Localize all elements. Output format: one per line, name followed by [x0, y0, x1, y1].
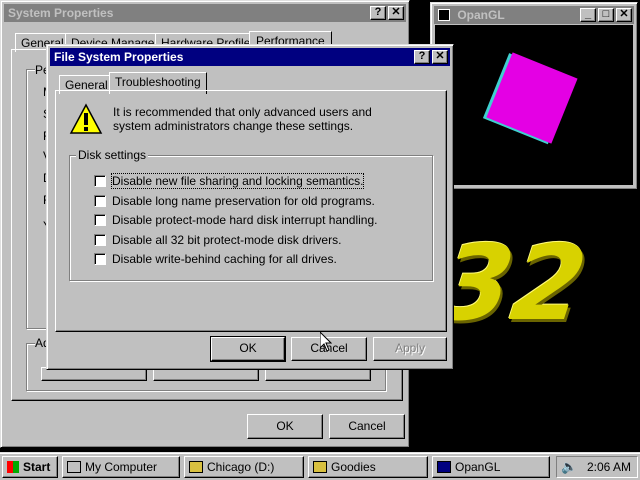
- close-button[interactable]: ✕: [388, 6, 404, 20]
- window-title: File System Properties: [54, 50, 184, 64]
- clock[interactable]: 2:06 AM: [587, 460, 631, 474]
- checkbox-disk-interrupt[interactable]: Disable protect-mode hard disk interrupt…: [94, 213, 377, 227]
- folder-icon: [189, 461, 203, 473]
- opengl-window: OpanGL _ □ ✕: [430, 2, 638, 190]
- maximize-button[interactable]: □: [598, 8, 614, 22]
- opengl-app-icon: [438, 9, 450, 21]
- close-button[interactable]: ✕: [616, 8, 632, 22]
- checkbox-label: Disable all 32 bit protect-mode disk dri…: [112, 233, 342, 247]
- checkbox-label: Disable long name preservation for old p…: [112, 194, 375, 208]
- opengl-3d-text: 32: [420, 222, 605, 344]
- mouse-cursor: [319, 330, 333, 352]
- ok-button[interactable]: OK: [210, 336, 286, 362]
- file-system-properties-dialog: File System Properties ? ✕ General Troub…: [46, 44, 454, 370]
- taskbar-item-my-computer[interactable]: My Computer: [62, 456, 180, 478]
- taskbar-item-goodies[interactable]: Goodies: [308, 456, 428, 478]
- checkbox-write-behind[interactable]: Disable write-behind caching for all dri…: [94, 252, 337, 266]
- checkbox[interactable]: [94, 214, 106, 226]
- apply-button[interactable]: Apply: [373, 337, 447, 361]
- windows-logo-icon: [7, 461, 19, 473]
- taskbar: Start My Computer Chicago (D:) Goodies O…: [0, 452, 640, 480]
- minimize-button[interactable]: _: [580, 8, 596, 22]
- checkbox-label: Disable write-behind caching for all dri…: [112, 252, 337, 266]
- opengl-titlebar[interactable]: OpanGL _ □ ✕: [434, 6, 634, 24]
- warning-icon: [69, 103, 103, 135]
- disk-settings-group: Disk settings Disable new file sharing a…: [69, 148, 433, 281]
- close-button[interactable]: ✕: [432, 50, 448, 64]
- checkbox-label: Disable protect-mode hard disk interrupt…: [112, 213, 378, 227]
- computer-icon: [67, 461, 81, 473]
- file-system-properties-titlebar[interactable]: File System Properties ? ✕: [50, 48, 450, 66]
- window-icon: [437, 461, 451, 473]
- checkbox-file-sharing[interactable]: Disable new file sharing and locking sem…: [94, 173, 365, 189]
- checkbox-label: Disable new file sharing and locking sem…: [110, 173, 365, 189]
- ok-button[interactable]: OK: [247, 414, 323, 439]
- checkbox[interactable]: [94, 234, 106, 246]
- taskbar-item-opengl[interactable]: OpanGL: [432, 456, 550, 478]
- help-button[interactable]: ?: [414, 50, 430, 64]
- opengl-viewport[interactable]: [435, 25, 633, 185]
- volume-icon[interactable]: 🔈: [561, 459, 577, 475]
- folder-icon: [313, 461, 327, 473]
- checkbox[interactable]: [94, 175, 106, 187]
- help-button[interactable]: ?: [370, 6, 386, 20]
- checkbox[interactable]: [94, 253, 106, 265]
- warning-text: It is recommended that only advanced use…: [113, 105, 372, 133]
- cancel-button[interactable]: Cancel: [329, 414, 405, 439]
- window-title: System Properties: [8, 6, 114, 20]
- start-button[interactable]: Start: [2, 456, 58, 478]
- spinning-square-shape: [486, 52, 578, 144]
- system-tray: 🔈 2:06 AM: [556, 456, 638, 478]
- checkbox-long-name[interactable]: Disable long name preservation for old p…: [94, 194, 375, 208]
- checkbox[interactable]: [94, 195, 106, 207]
- window-title: OpanGL: [457, 8, 505, 22]
- group-label: Disk settings: [76, 148, 149, 162]
- system-properties-titlebar[interactable]: System Properties ? ✕: [4, 4, 406, 22]
- checkbox-32bit-drivers[interactable]: Disable all 32 bit protect-mode disk dri…: [94, 233, 341, 247]
- taskbar-item-chicago-drive[interactable]: Chicago (D:): [184, 456, 304, 478]
